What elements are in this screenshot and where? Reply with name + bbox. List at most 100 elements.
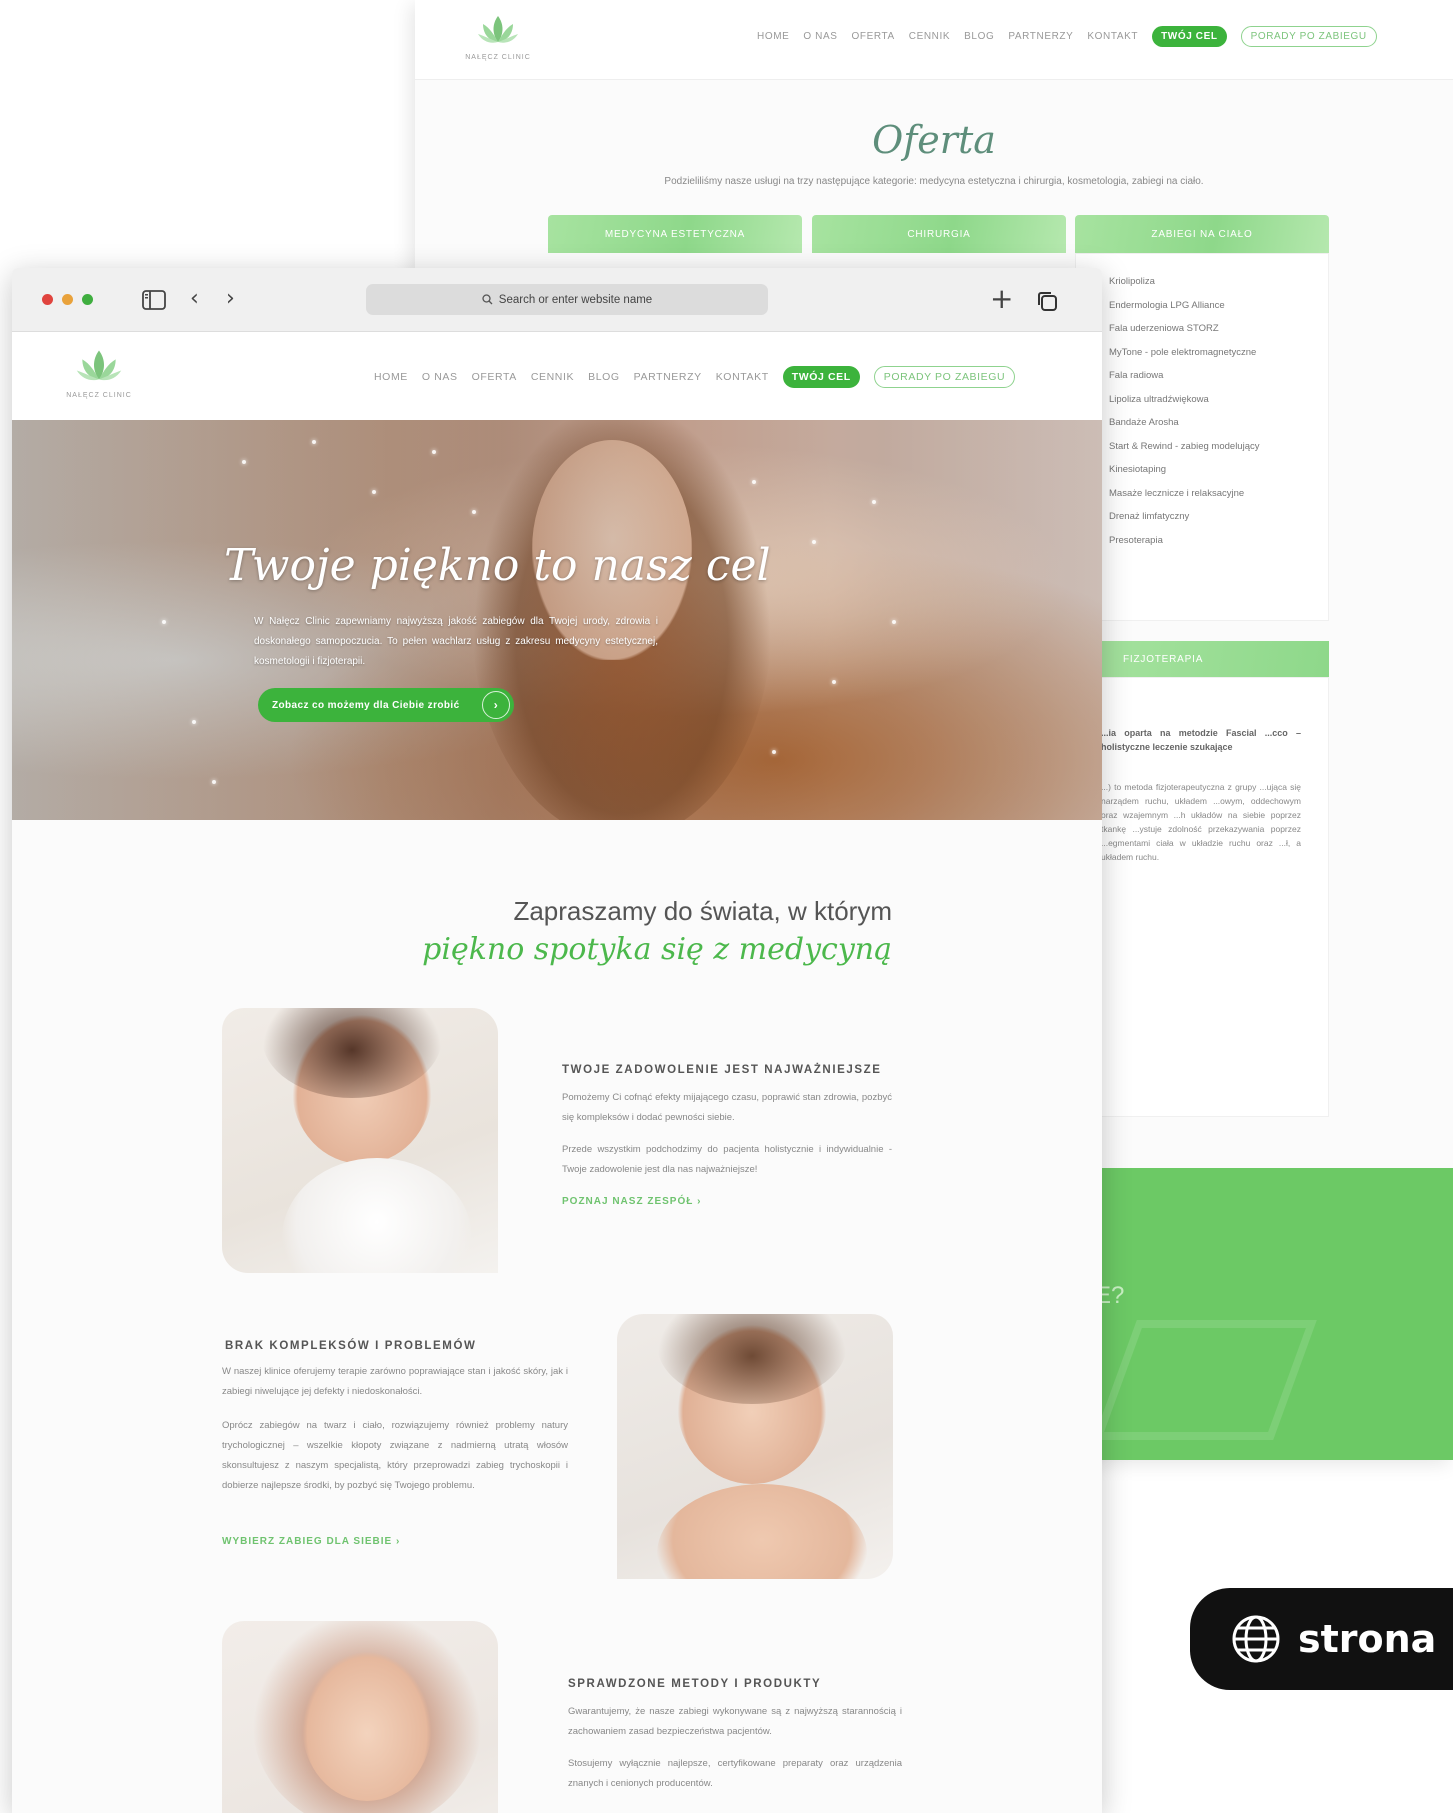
nav-aftercare-button[interactable]: PORADY PO ZABIEGU <box>873 366 1016 388</box>
address-bar[interactable]: Search or enter website name <box>366 284 768 315</box>
lotus-logo-icon <box>76 350 122 381</box>
list-item[interactable]: Kinesiotaping <box>1095 458 1260 482</box>
section-text-satisfaction-2: Przede wszystkim podchodzimy do pacjenta… <box>562 1144 892 1175</box>
portrait-face <box>302 1651 432 1801</box>
background-logo-text: NAŁĘCZ CLINIC <box>465 54 531 61</box>
sparkle-decoration <box>772 750 776 754</box>
sparkle-decoration <box>312 440 316 444</box>
chevron-right-icon: › <box>697 1196 702 1207</box>
arrow-right-icon: › <box>482 691 510 719</box>
sparkle-decoration <box>242 460 246 464</box>
site-logo[interactable]: NAŁĘCZ CLINIC <box>60 346 138 399</box>
tab-physiotherapy[interactable]: FIZJOTERAPIA <box>1075 641 1329 677</box>
address-placeholder: Search or enter website name <box>498 293 653 306</box>
tab-aesthetic-medicine[interactable]: MEDYCYNA ESTETYCZNA <box>548 215 802 253</box>
list-item[interactable]: MyTone - pole elektromagnetyczne <box>1095 341 1260 365</box>
search-icon <box>482 294 493 305</box>
list-item[interactable]: Presoterapia <box>1095 529 1260 553</box>
hero-cta-label: Zobacz co możemy dla Ciebie zrobić <box>272 699 460 711</box>
website-badge[interactable]: strona <box>1190 1588 1453 1690</box>
badge-label: strona <box>1298 1617 1437 1661</box>
portrait-photo-3 <box>222 1621 498 1813</box>
new-tab-icon[interactable]: + <box>990 282 1013 315</box>
site-logo-text: NAŁĘCZ CLINIC <box>66 392 132 399</box>
back-icon[interactable]: ‹ <box>190 286 199 311</box>
site-menu: HOME O NAS OFERTA CENNIK BLOG PARTNERZY … <box>374 366 1016 388</box>
list-item[interactable]: Fala uderzeniowa STORZ <box>1095 317 1260 341</box>
background-logo[interactable]: NAŁĘCZ CLINIC <box>463 12 533 61</box>
sparkle-decoration <box>892 620 896 624</box>
bg-nav-pricing[interactable]: CENNIK <box>909 31 950 42</box>
nav-partners[interactable]: PARTNERZY <box>634 371 702 383</box>
portrait-photo-2 <box>617 1314 893 1579</box>
sparkle-decoration <box>472 510 476 514</box>
sparkle-decoration <box>162 620 166 624</box>
nav-contact[interactable]: KONTAKT <box>716 371 769 383</box>
section-text-satisfaction-1: Pomożemy Ci cofnąć efekty mijającego cza… <box>562 1092 892 1123</box>
list-item[interactable]: Drenaż limfatyczny <box>1095 505 1260 529</box>
sidebar-toggle-icon[interactable] <box>142 290 166 310</box>
invite-heading: Zapraszamy do świata, w którym <box>513 896 892 926</box>
hero-title: Twoje piękno to nasz cel <box>224 540 771 591</box>
browser-toolbar: ‹ › Search or enter website name + <box>12 268 1102 332</box>
hero-cta-button[interactable]: Zobacz co możemy dla Ciebie zrobić › <box>258 688 514 722</box>
browser-window: ‹ › Search or enter website name + NAŁĘC… <box>12 268 1102 1813</box>
sparkle-decoration <box>192 720 196 724</box>
sparkle-decoration <box>832 680 836 684</box>
nav-blog[interactable]: BLOG <box>588 371 620 383</box>
section-heading-no-complexes: BRAK KOMPLEKSÓW I PROBLEMÓW <box>225 1340 477 1352</box>
nav-home[interactable]: HOME <box>374 371 408 383</box>
choose-treatment-link[interactable]: WYBIERZ ZABIEG DLA SIEBIE › <box>222 1536 400 1547</box>
section-text-proven-methods-1: Gwarantujemy, że nasze zabiegi wykonywan… <box>568 1706 902 1737</box>
bg-nav-offer[interactable]: OFERTA <box>852 31 895 42</box>
physiotherapy-description: ...) to metoda fizjoterapeutyczna z grup… <box>1101 782 1301 862</box>
section-text-no-complexes-2: Oprócz zabiegów na twarz i ciało, rozwią… <box>222 1420 568 1491</box>
list-item[interactable]: Masaże lecznicze i relaksacyjne <box>1095 482 1260 506</box>
section-heading-satisfaction: TWOJE ZADOWOLENIE JEST NAJWAŻNIEJSZE <box>562 1064 882 1076</box>
sparkle-decoration <box>212 780 216 784</box>
site-navbar: NAŁĘCZ CLINIC HOME O NAS OFERTA CENNIK B… <box>12 332 1102 420</box>
bg-nav-partners[interactable]: PARTNERZY <box>1008 31 1073 42</box>
invite-subheading: piękno spotyka się z medycyną <box>422 932 892 967</box>
sparkle-decoration <box>812 540 816 544</box>
bg-nav-blog[interactable]: BLOG <box>964 31 994 42</box>
offer-subtitle: Podzieliliśmy nasze usługi na trzy nastę… <box>664 176 1204 187</box>
body-treatments-list: Kriolipoliza Endermologia LPG Alliance F… <box>1095 270 1260 552</box>
section-heading-proven-methods: SPRAWDZONE METODY I PRODUKTY <box>568 1678 822 1690</box>
bg-nav-home[interactable]: HOME <box>757 31 789 42</box>
tab-body-treatments[interactable]: ZABIEGI NA CIAŁO <box>1075 215 1329 253</box>
bg-nav-contact[interactable]: KONTAKT <box>1087 31 1138 42</box>
list-item[interactable]: Lipoliza ultradźwiękowa <box>1095 388 1260 412</box>
section-text-proven-methods-2: Stosujemy wyłącznie najlepsze, certyfiko… <box>568 1758 902 1789</box>
close-window-button[interactable] <box>42 294 53 305</box>
sparkle-decoration <box>432 450 436 454</box>
offer-title: Oferta <box>872 118 996 162</box>
meet-team-link[interactable]: POZNAJ NASZ ZESPÓŁ › <box>562 1196 701 1207</box>
tab-surgery[interactable]: CHIRURGIA <box>812 215 1066 253</box>
bg-nav-about[interactable]: O NAS <box>803 31 837 42</box>
nav-about[interactable]: O NAS <box>422 371 458 383</box>
portrait-shoulders <box>657 1484 867 1579</box>
maximize-window-button[interactable] <box>82 294 93 305</box>
bg-nav-aftercare-button[interactable]: PORADY PO ZABIEGU <box>1240 26 1377 47</box>
list-item[interactable]: Bandaże Arosha <box>1095 411 1260 435</box>
list-item[interactable]: Kriolipoliza <box>1095 270 1260 294</box>
sparkle-decoration <box>752 480 756 484</box>
nav-pricing[interactable]: CENNIK <box>531 371 574 383</box>
list-item[interactable]: Start & Rewind - zabieg modelujący <box>1095 435 1260 459</box>
section-text-no-complexes-1: W naszej klinice oferujemy terapie zarów… <box>222 1366 568 1397</box>
minimize-window-button[interactable] <box>62 294 73 305</box>
sparkle-decoration <box>872 500 876 504</box>
lotus-logo-icon <box>478 16 518 43</box>
nav-your-goal-button[interactable]: TWÓJ CEL <box>782 366 860 388</box>
list-item[interactable]: Fala radiowa <box>1095 364 1260 388</box>
background-menu: HOME O NAS OFERTA CENNIK BLOG PARTNERZY … <box>757 26 1377 47</box>
background-navbar: NAŁĘCZ CLINIC HOME O NAS OFERTA CENNIK B… <box>415 0 1453 80</box>
globe-icon <box>1232 1615 1280 1663</box>
tabs-overview-icon[interactable] <box>1036 290 1058 312</box>
nav-offer[interactable]: OFERTA <box>472 371 517 383</box>
forward-icon[interactable]: › <box>226 286 235 311</box>
bg-nav-your-goal-button[interactable]: TWÓJ CEL <box>1152 26 1227 47</box>
list-item[interactable]: Endermologia LPG Alliance <box>1095 294 1260 318</box>
hero-text: W Nałęcz Clinic zapewniamy najwyższą jak… <box>254 616 658 667</box>
